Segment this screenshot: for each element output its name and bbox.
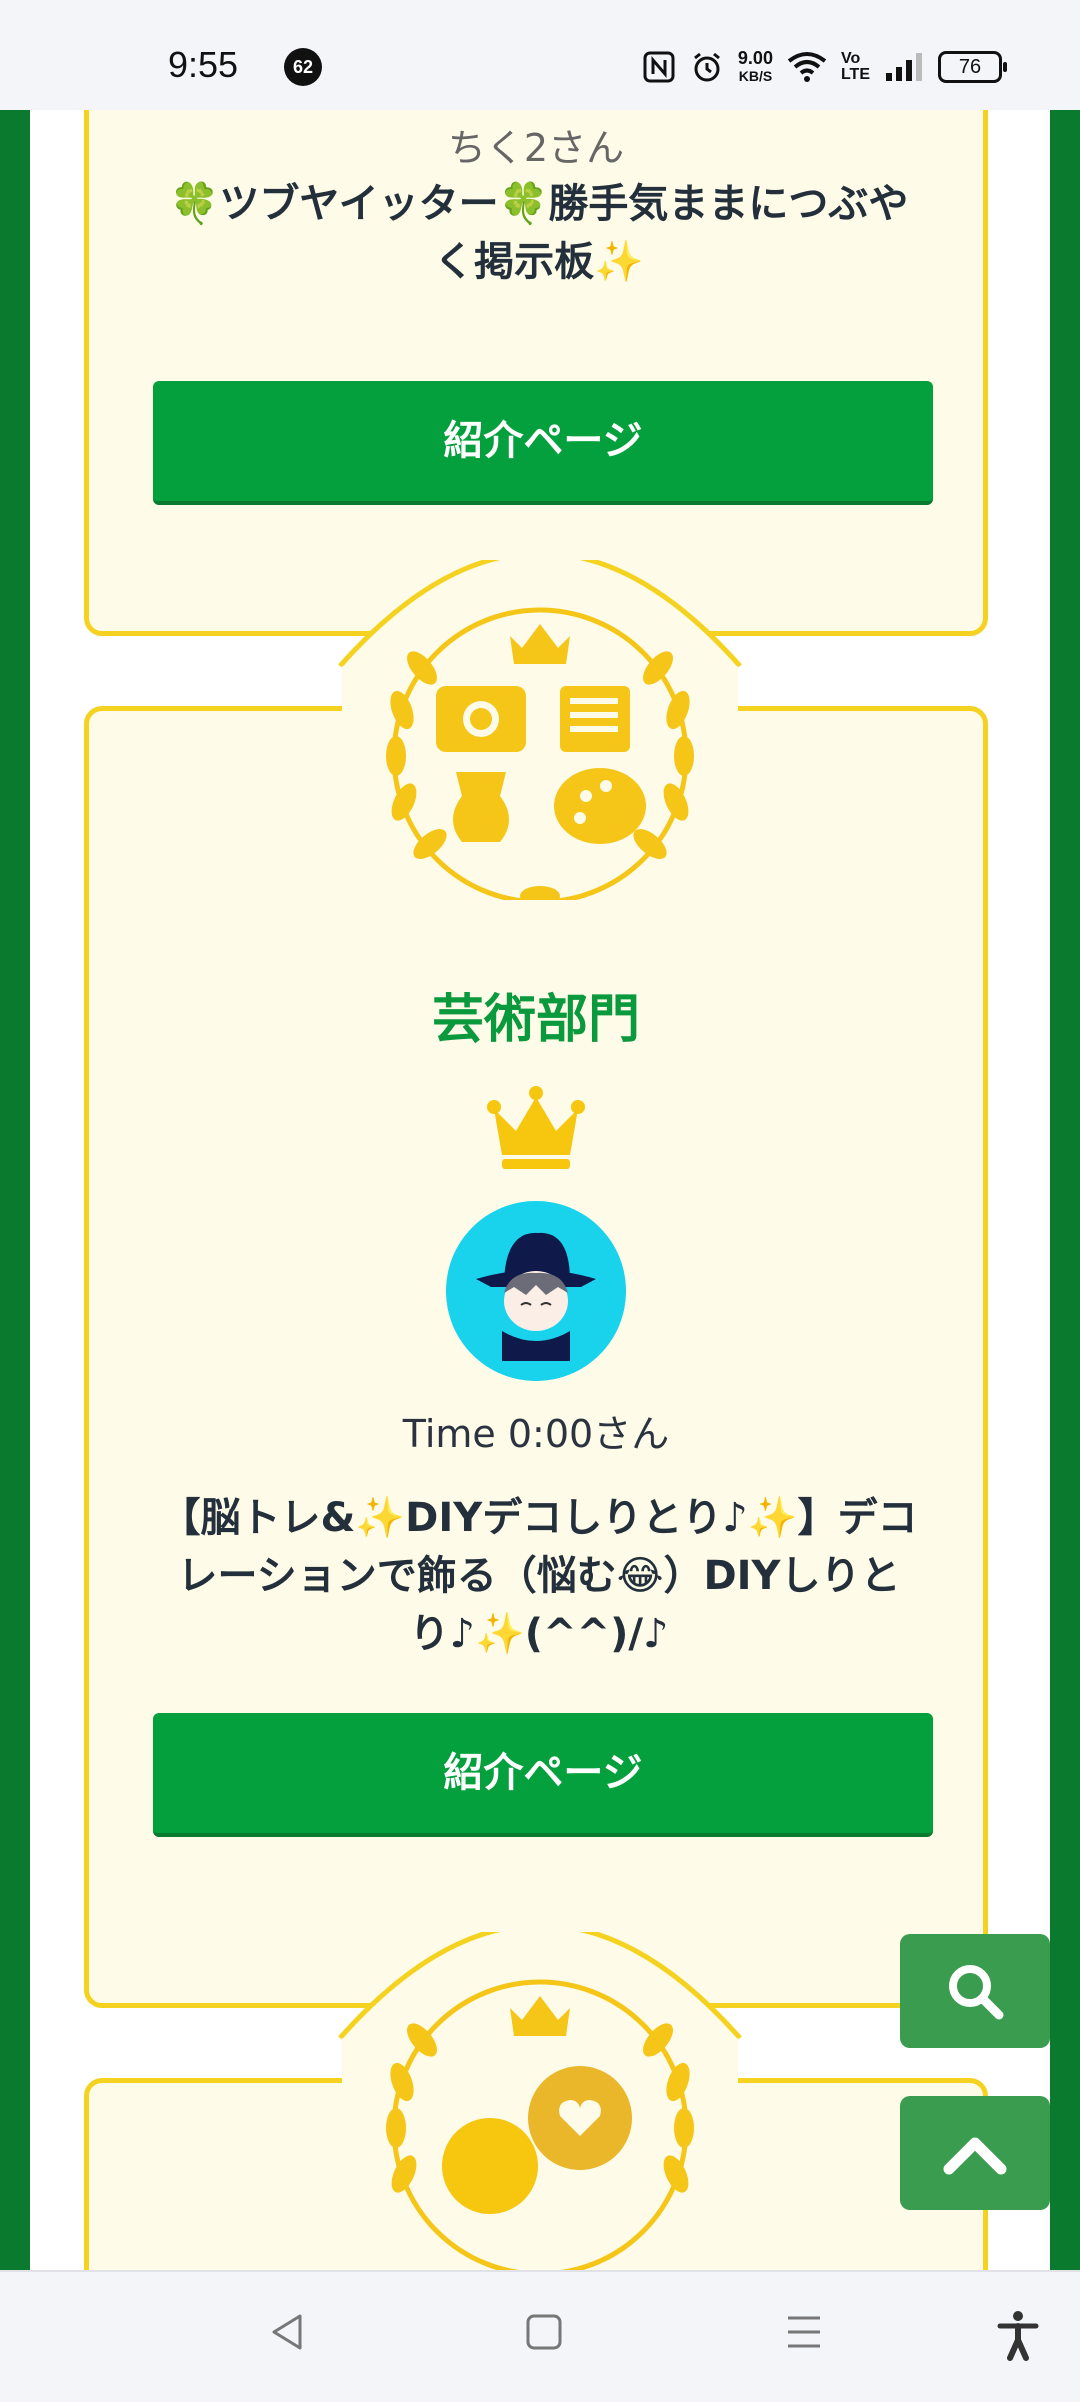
menu-lines-icon[interactable]	[782, 2310, 826, 2354]
award-card: ちく2さん 🍀ツブヤイッター🍀勝手気ままにつぶやく掲示板✨ 紹介ページ	[84, 110, 988, 636]
crown-icon	[487, 1086, 585, 1169]
signal-icon	[886, 53, 922, 81]
volte-indicator: Vo LTE	[841, 51, 870, 83]
volte-bottom: LTE	[840, 66, 870, 83]
search-icon	[949, 1965, 1004, 2020]
vase-icon	[453, 772, 509, 842]
chat-category-emblem	[330, 1922, 750, 2270]
nfc-icon	[643, 51, 675, 83]
alarm-icon	[693, 52, 720, 82]
system-nav-bar	[0, 2270, 1080, 2402]
accessibility-icon[interactable]	[996, 2310, 1040, 2362]
chevron-up-icon	[943, 2137, 1007, 2175]
card-user-name: Time 0:00さん	[402, 1412, 670, 1456]
volte-top: Vo	[840, 50, 861, 67]
intro-page-button[interactable]: 紹介ページ	[153, 381, 933, 505]
card-description: 【脳トレ&✨DIYデコしりとり♪✨】デコレーションで飾る（悩む😂）DIYしりとり…	[160, 1495, 918, 1657]
palette-icon	[554, 768, 646, 844]
intro-page-button[interactable]: 紹介ページ	[153, 1713, 933, 1837]
home-square-icon[interactable]	[522, 2310, 566, 2354]
frame-left	[0, 110, 30, 2270]
scroll-top-fab[interactable]	[900, 2096, 1050, 2210]
network-speed-unit: KB/S	[738, 68, 773, 84]
art-category-emblem	[330, 550, 750, 906]
battery-indicator: 76	[938, 51, 1007, 83]
speech-bubble-icon	[442, 2118, 538, 2214]
category-title: 芸術部門	[431, 990, 640, 1050]
wifi-icon	[787, 52, 827, 82]
network-speed: 9.00 KB/S	[738, 49, 773, 85]
scroll-content[interactable]: ちく2さん 🍀ツブヤイッター🍀勝手気ままにつぶやく掲示板✨ 紹介ページ 芸術部門	[30, 110, 1050, 2270]
network-speed-value: 9.00	[737, 48, 773, 68]
award-card-art: 芸術部門 Time 0:00さん 【脳トレ&✨DIYデコしりとり♪✨】デコレーシ…	[84, 706, 988, 2008]
scroll-pen-icon	[560, 686, 630, 752]
status-time: 9:55	[168, 44, 239, 85]
user-avatar[interactable]	[446, 1201, 626, 1381]
card-user-name: ちく2さん	[447, 126, 625, 170]
notification-count-badge: 62	[284, 48, 322, 86]
avatar-image	[446, 1201, 626, 1381]
status-icons: 9.00 KB/S Vo LTE 76	[642, 42, 1007, 92]
search-fab[interactable]	[900, 1934, 1050, 2048]
back-triangle-icon[interactable]	[266, 2310, 310, 2354]
card-description: 🍀ツブヤイッター🍀勝手気ままにつぶやく掲示板✨	[169, 181, 909, 285]
frame-right	[1050, 110, 1080, 2270]
status-bar: 9:55 62 9.00 KB/S Vo LTE 76	[0, 0, 1080, 110]
